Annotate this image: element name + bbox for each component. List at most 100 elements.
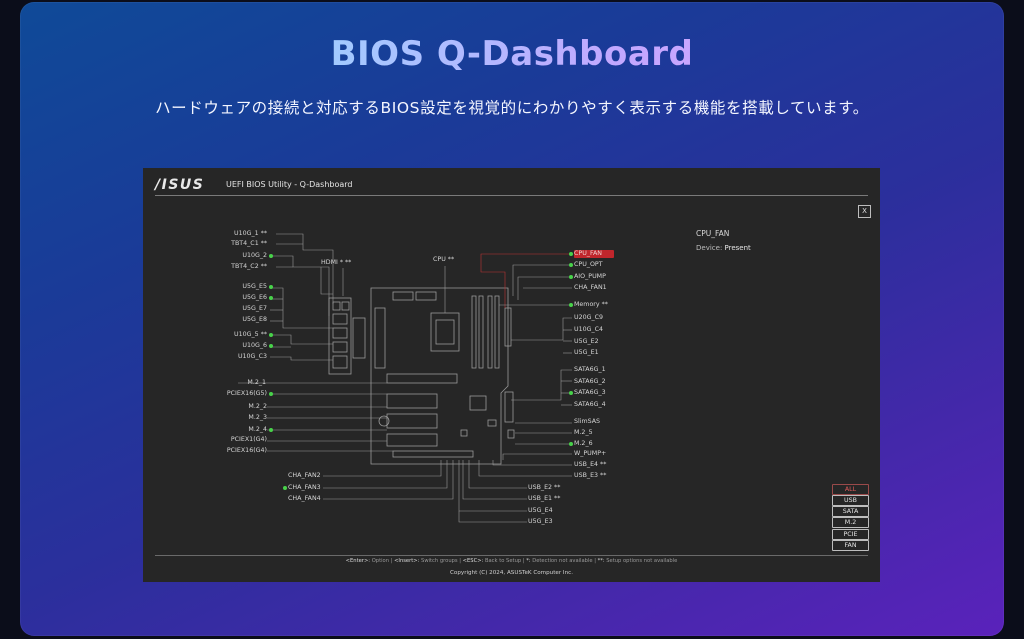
connector-label[interactable]: U5G_E3 [528, 518, 553, 526]
leader [270, 356, 333, 361]
connector-label[interactable]: PCIEX1(G4) [197, 436, 267, 444]
filter-button-all[interactable]: ALL [832, 484, 869, 495]
connector-label-text: U10G_6 [242, 342, 267, 349]
connector-label[interactable]: SATA6G_3 [569, 389, 606, 397]
connector-label[interactable]: USB_E3 ** [574, 472, 606, 480]
hdmi-label[interactable]: HDMI * ** [321, 259, 351, 267]
connector-label[interactable]: CPU_FAN [569, 250, 615, 258]
connector-label[interactable]: SATA6G_2 [574, 378, 606, 386]
io-port [341, 301, 350, 311]
filter-button-sata[interactable]: SATA [832, 506, 869, 517]
info-panel-device: Device: Present [696, 244, 751, 252]
connector-label-text: U5G_E7 [242, 305, 267, 312]
connector-label[interactable]: CHA_FAN3 [283, 484, 321, 492]
dimm-slot [487, 295, 493, 369]
connector-label-text: CPU_FAN [574, 250, 603, 257]
connector-label[interactable]: U5G_E4 [528, 507, 553, 515]
connected-dot-icon [569, 275, 573, 279]
connected-dot-icon [269, 285, 273, 289]
chipset [469, 395, 487, 411]
m2-heatsink [386, 413, 438, 429]
hint-desc: Setup options not available [604, 558, 678, 564]
leader [276, 233, 334, 304]
connector-label[interactable]: CHA_FAN4 [288, 495, 321, 503]
connector-label[interactable]: PCIEX16(G4) [197, 447, 267, 455]
connector-label[interactable]: U10G_C3 [197, 353, 267, 361]
sata-block [504, 391, 514, 423]
m2-heatsink [386, 393, 438, 409]
connector-label[interactable]: Memory ** [569, 301, 608, 309]
vrm-heatsink [374, 307, 386, 369]
connector-label[interactable]: CHA_FAN1 [574, 284, 607, 292]
connector-label[interactable]: SlimSAS [574, 418, 600, 426]
connector-label[interactable]: U5G_E7 [197, 305, 267, 313]
motherboard-outline [328, 287, 515, 465]
leader [320, 267, 333, 295]
connector-label[interactable]: U10G_C4 [574, 326, 603, 334]
connector-label-text: U5G_E6 [242, 294, 267, 301]
connector-label-text: TBT4_C1 ** [231, 240, 267, 247]
connector-label[interactable]: USB_E1 ** [528, 495, 560, 503]
connector-label[interactable]: U10G_5 ** [197, 331, 273, 339]
connector-label-text: U5G_E3 [528, 518, 553, 525]
connector-label-text: SlimSAS [574, 418, 601, 425]
connector-label[interactable]: M.2_2 [197, 403, 267, 411]
connector-label-text: Memory ** [574, 301, 608, 308]
board-edge [370, 287, 509, 465]
connected-dot-icon [569, 391, 573, 395]
connector-label[interactable]: W_PUMP+ [574, 450, 606, 458]
connector-label[interactable]: U5G_E6 [197, 294, 273, 302]
cpu-label[interactable]: CPU ** [433, 256, 454, 264]
pcie-slot [386, 373, 458, 384]
connected-dot-icon [269, 333, 273, 337]
filter-button-fan[interactable]: FAN [832, 540, 869, 551]
connector-label[interactable]: U10G_6 [197, 342, 273, 350]
connector-label-text: M.2_3 [248, 414, 267, 421]
connector-label[interactable]: TBT4_C1 ** [197, 240, 267, 248]
connector-label[interactable]: TBT4_C2 ** [197, 263, 267, 271]
header [507, 429, 515, 439]
dimm-slot [471, 295, 477, 369]
connector-label-text: M.2_6 [574, 440, 593, 447]
connector-label-text: U10G_C3 [237, 353, 267, 360]
connector-label[interactable]: M.2_1 [196, 379, 266, 387]
connector-label[interactable]: USB_E2 ** [528, 484, 560, 492]
connector-label-text: USB_E1 ** [528, 495, 561, 502]
connector-label[interactable]: U10G_1 ** [197, 230, 267, 238]
connector-label[interactable]: U10G_2 [197, 252, 273, 260]
connector-label[interactable]: M.2_6 [569, 440, 593, 448]
connector-label[interactable]: M.2_5 [574, 429, 593, 437]
device-value: Present [724, 244, 751, 252]
connector-label[interactable]: U5G_E1 [574, 349, 599, 357]
leader [511, 317, 572, 341]
connector-label[interactable]: AIO_PUMP [569, 273, 606, 281]
connector-label[interactable]: U20G_C9 [574, 314, 603, 322]
dimm-slot [478, 295, 484, 369]
connector-label[interactable]: CPU_OPT [569, 261, 603, 269]
connector-label[interactable]: PCIEX16(G5) [197, 390, 273, 398]
connector-label[interactable]: SATA6G_1 [574, 366, 606, 374]
connector-label[interactable]: M.2_3 [197, 414, 267, 422]
connector-label[interactable]: U5G_E2 [574, 338, 599, 346]
connected-dot-icon [269, 296, 273, 300]
connector-label[interactable]: USB_E4 ** [574, 461, 606, 469]
hint-desc: Back to Setup [483, 558, 522, 564]
hint-desc: Detection not available [530, 558, 593, 564]
connector-label[interactable]: SATA6G_4 [574, 401, 606, 409]
connector-label[interactable]: M.2_4 [197, 426, 273, 434]
connector-label[interactable]: U5G_E5 [197, 283, 273, 291]
connector-label[interactable]: CHA_FAN2 [288, 472, 321, 480]
hint-key: <ESC>: [462, 558, 484, 564]
connector-label-text: CHA_FAN3 [288, 484, 321, 491]
battery [378, 415, 390, 427]
hint-key: <Insert>: [394, 558, 420, 564]
connected-dot-icon [569, 442, 573, 446]
filter-button-m2[interactable]: M.2 [832, 517, 869, 528]
connector-label[interactable]: U5G_E8 [197, 316, 267, 324]
connector-label-text: SATA6G_3 [574, 389, 606, 396]
connector-label-text: AIO_PUMP [574, 273, 606, 280]
filter-button-usb[interactable]: USB [832, 495, 869, 506]
footer-divider [155, 555, 868, 556]
connector-label-text: USB_E3 ** [574, 472, 607, 479]
filter-button-pcie[interactable]: PCIE [832, 529, 869, 540]
